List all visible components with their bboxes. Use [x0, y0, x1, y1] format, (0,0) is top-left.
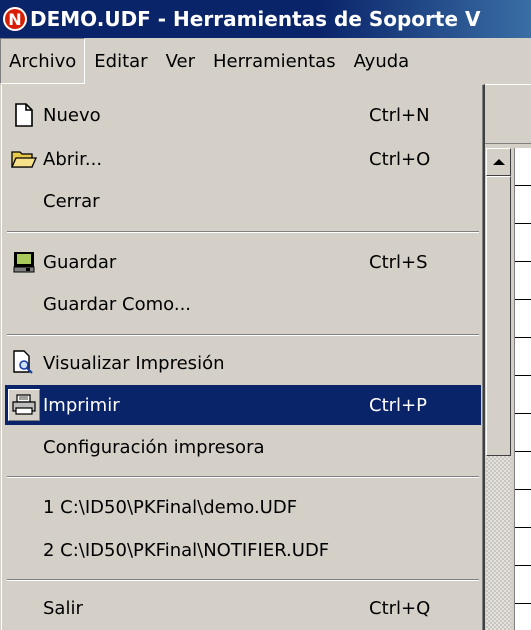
menu-item-label: Guardar — [43, 251, 117, 273]
menu-item-label: Salir — [43, 597, 83, 619]
menu-separator — [7, 476, 479, 478]
shortcut-label: Ctrl+S — [369, 251, 428, 273]
grid-column — [514, 148, 531, 630]
menu-item-guardar[interactable]: Guardar Ctrl+S — [5, 242, 481, 282]
menu-item-label: 1 C:\ID50\PKFinal\demo.UDF — [43, 496, 298, 518]
new-document-icon — [11, 102, 37, 128]
menu-item-abrir[interactable]: Abrir... Ctrl+O — [5, 139, 481, 179]
save-disk-icon — [11, 249, 37, 275]
menu-item-label: Imprimir — [43, 394, 120, 416]
menu-ayuda[interactable]: Ayuda — [345, 38, 419, 84]
menu-item-guardar-como[interactable]: Guardar Como... — [5, 284, 481, 324]
menu-item-label: Visualizar Impresión — [43, 352, 225, 374]
printer-icon — [8, 389, 40, 421]
shortcut-label: Ctrl+P — [369, 394, 427, 416]
menu-herramientas[interactable]: Herramientas — [204, 38, 345, 84]
menu-separator — [7, 334, 479, 336]
menu-item-salir[interactable]: Salir Ctrl+Q — [5, 588, 481, 628]
menu-item-nuevo[interactable]: Nuevo Ctrl+N — [5, 95, 481, 135]
menu-item-imprimir[interactable]: Imprimir Ctrl+P — [5, 385, 481, 425]
window-title: DEMO.UDF - Herramientas de Soporte V — [30, 7, 481, 31]
menu-separator — [7, 231, 479, 233]
scroll-up-button[interactable] — [486, 148, 511, 176]
shortcut-label: Ctrl+Q — [369, 597, 431, 619]
scroll-thumb[interactable] — [486, 176, 511, 456]
title-bar: N DEMO.UDF - Herramientas de Soporte V — [0, 0, 531, 38]
menu-bar: Archivo Editar Ver Herramientas Ayuda — [0, 38, 531, 84]
archivo-dropdown-menu: Nuevo Ctrl+N Abrir... Ctrl+O Cerrar Guar… — [0, 84, 485, 630]
menu-item-label: 2 C:\ID50\PKFinal\NOTIFIER.UDF — [43, 539, 330, 561]
menu-item-label: Nuevo — [43, 104, 101, 126]
open-folder-icon — [11, 146, 37, 172]
menu-editar[interactable]: Editar — [85, 38, 156, 84]
menu-item-label: Configuración impresora — [43, 436, 265, 458]
menu-item-label: Guardar Como... — [43, 293, 192, 315]
print-preview-icon — [11, 350, 37, 376]
menu-archivo[interactable]: Archivo — [0, 38, 86, 84]
shortcut-label: Ctrl+N — [369, 104, 430, 126]
shortcut-label: Ctrl+O — [369, 148, 431, 170]
menu-item-recent-file-1[interactable]: 1 C:\ID50\PKFinal\demo.UDF — [5, 487, 481, 527]
app-logo-icon[interactable]: N — [3, 7, 27, 31]
menu-ver[interactable]: Ver — [157, 38, 204, 84]
menu-separator — [7, 579, 479, 581]
menu-item-recent-file-2[interactable]: 2 C:\ID50\PKFinal\NOTIFIER.UDF — [5, 530, 481, 570]
menu-item-cerrar[interactable]: Cerrar — [5, 181, 481, 221]
menu-item-label: Abrir... — [43, 148, 103, 170]
menu-item-visualizar-impresion[interactable]: Visualizar Impresión — [5, 343, 481, 383]
toolbar-strip — [480, 84, 531, 144]
menu-item-configuracion-impresora[interactable]: Configuración impresora — [5, 427, 481, 467]
menu-item-label: Cerrar — [43, 190, 100, 212]
